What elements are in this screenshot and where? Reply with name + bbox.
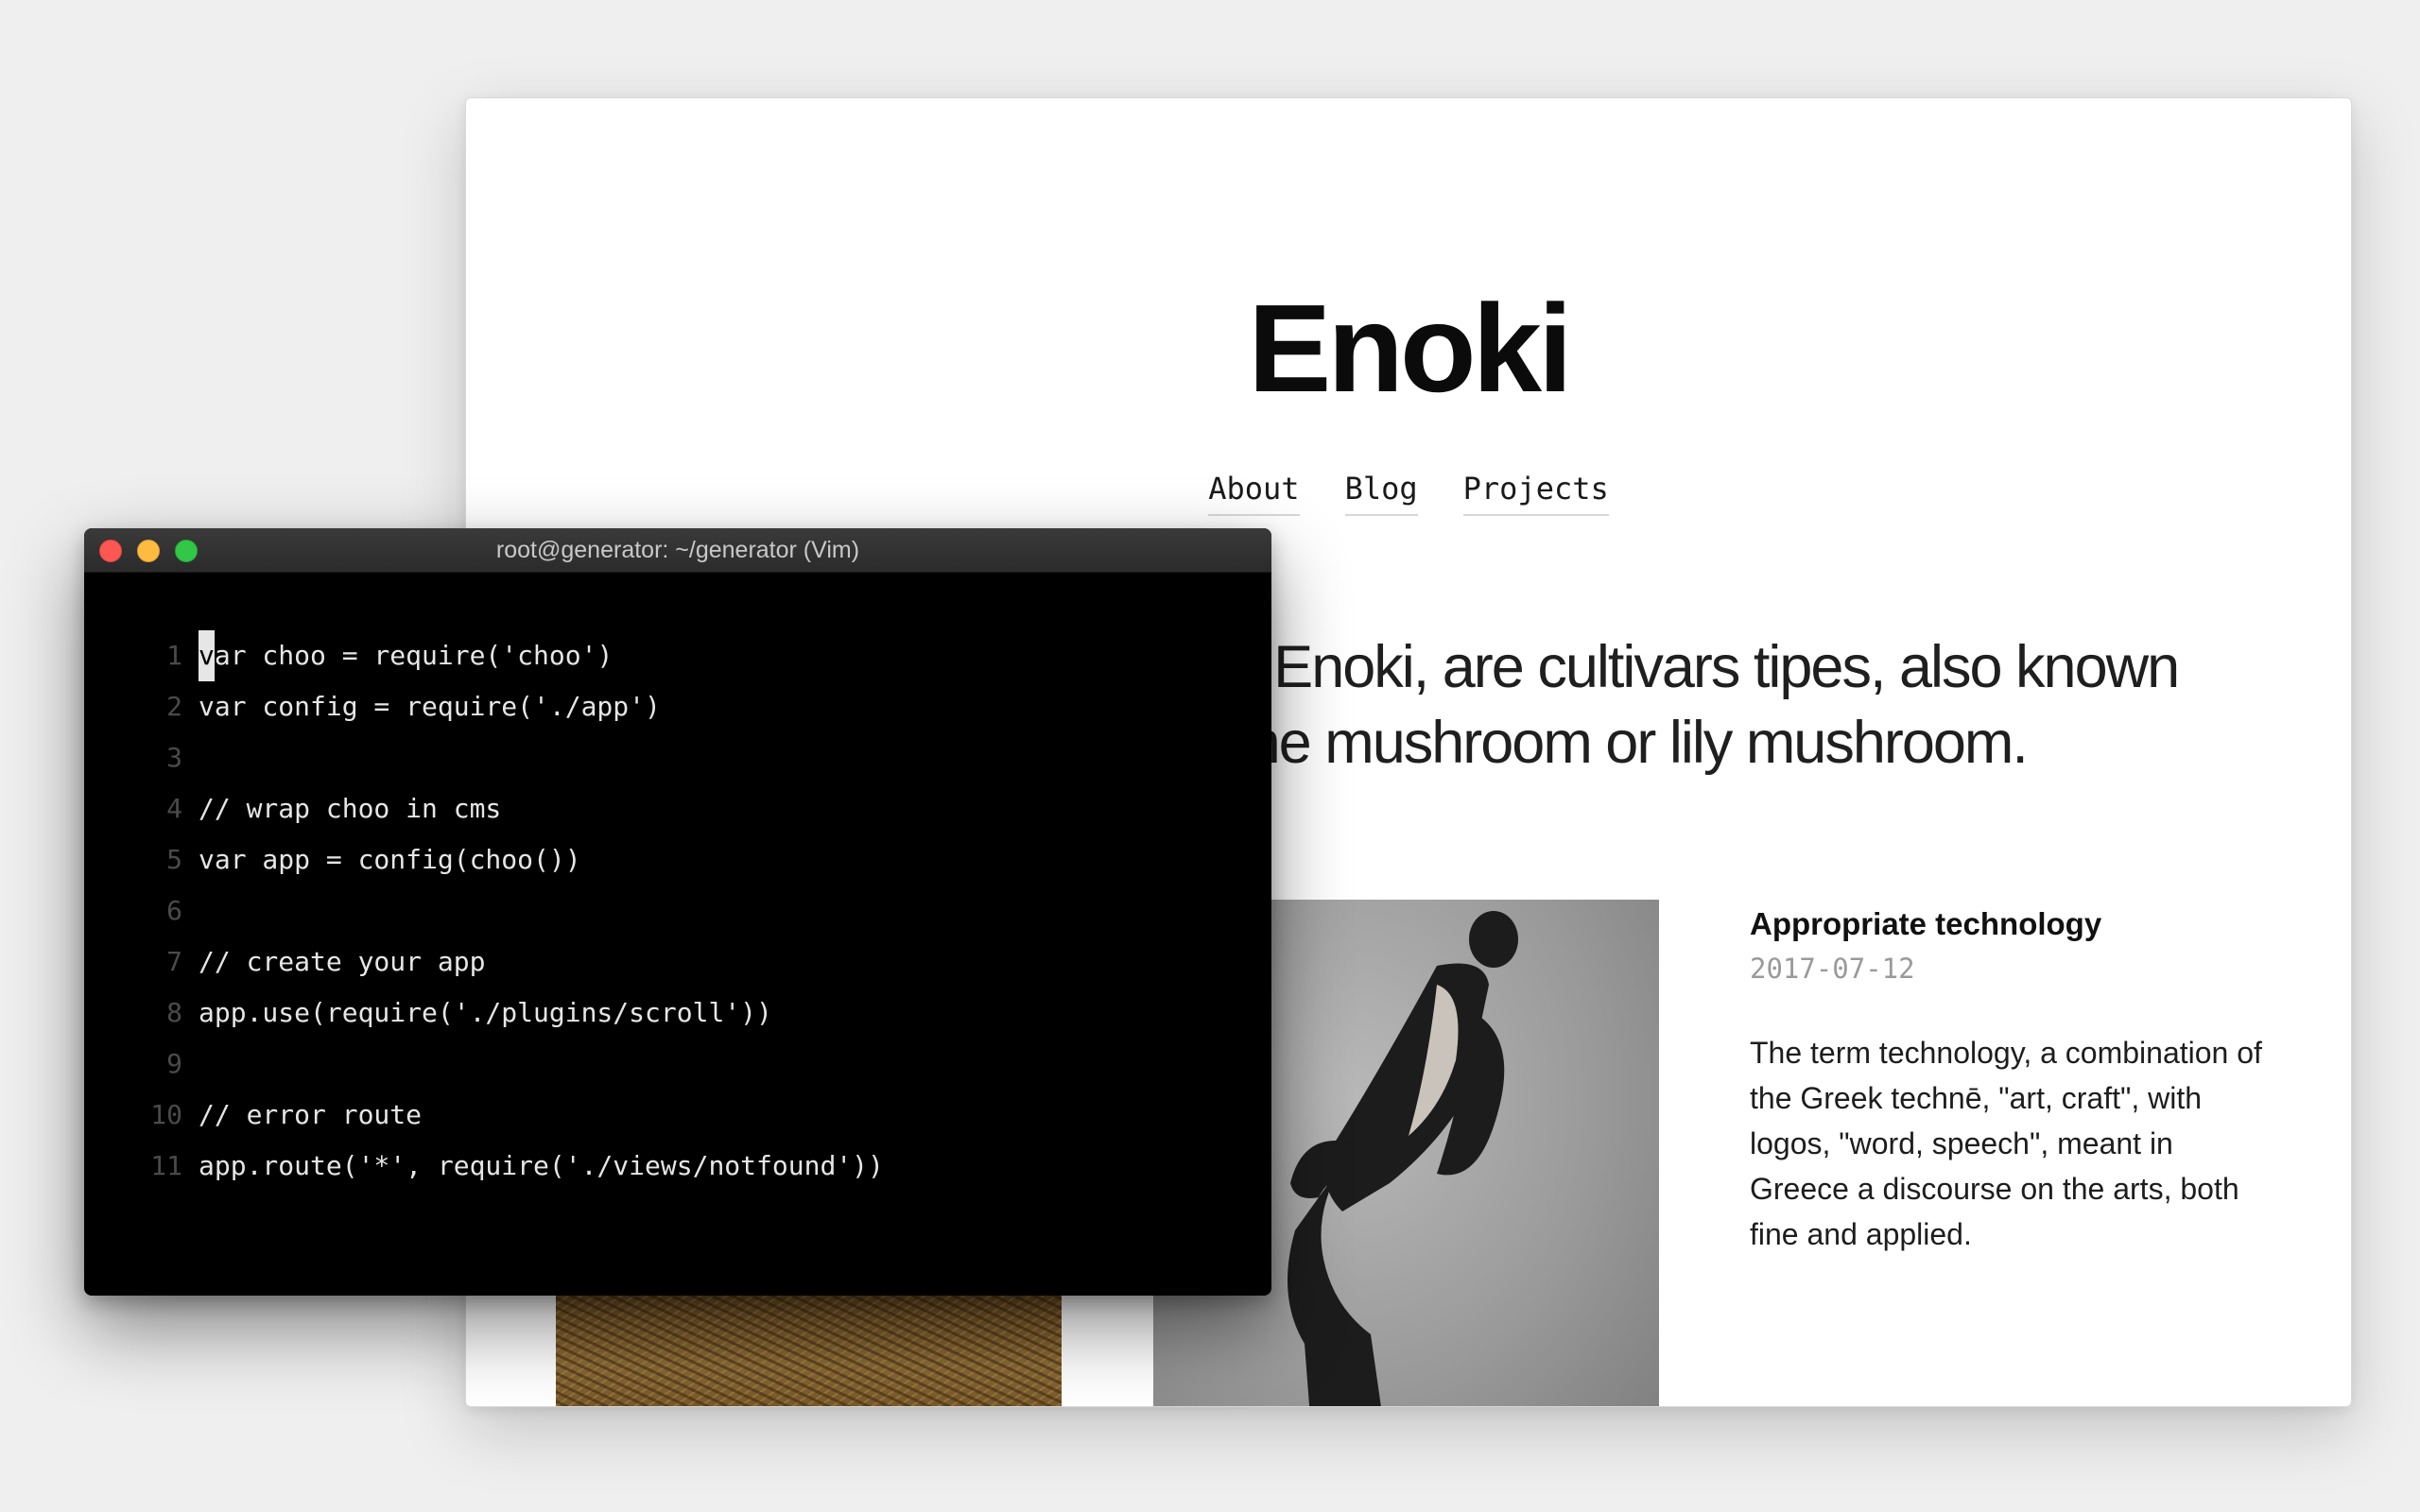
text-cursor: v — [199, 630, 215, 681]
line-number: 2 — [166, 691, 182, 722]
vim-buffer[interactable]: 1 v ar choo = require('choo') 2 var config … — [122, 630, 884, 1192]
code-text: // wrap choo in cms — [199, 793, 502, 824]
forest-floor-photo[interactable] — [556, 1280, 1062, 1406]
line-number: 7 — [166, 946, 182, 977]
post-body: The term technology, a combination of th… — [1750, 1036, 2262, 1251]
terminal-titlebar[interactable]: root@generator: ~/generator (Vim) — [84, 528, 1271, 573]
line-number: 6 — [166, 895, 182, 926]
terminal-title: root@generator: ~/generator (Vim) — [495, 537, 860, 563]
line-number: 8 — [166, 997, 182, 1028]
line-number: 4 — [166, 793, 182, 824]
code-line: 5 var app = config(choo()) — [122, 834, 884, 885]
post-title[interactable]: Appropriate technology — [1750, 903, 2279, 945]
nav-link-about[interactable]: About — [1208, 471, 1300, 516]
code-line: 6 — [122, 885, 884, 936]
code-text: app.route('*', require('./views/notfound… — [199, 1150, 884, 1181]
code-line: 3 — [122, 732, 884, 783]
nav-link-projects[interactable]: Projects — [1462, 471, 1609, 516]
terminal-window[interactable]: root@generator: ~/generator (Vim) 1 v ar c… — [84, 528, 1271, 1296]
code-text: // create your app — [199, 946, 486, 977]
code-text: app.use(require('./plugins/scroll')) — [199, 997, 772, 1028]
code-line: 11 app.route('*', require('./views/notfou… — [122, 1141, 884, 1192]
code-line: 4 // wrap choo in cms — [122, 783, 884, 834]
code-text: ar choo = require('choo') — [214, 640, 614, 671]
blog-post: Appropriate technology 2017-07-12 The te… — [1750, 903, 2279, 1257]
site-title: Enoki — [1248, 279, 1572, 418]
code-text: var app = config(choo()) — [199, 844, 581, 875]
line-number: 5 — [166, 844, 182, 875]
code-line: 8 app.use(require('./plugins/scroll')) — [122, 988, 884, 1039]
site-nav: About Blog Projects — [466, 471, 2351, 516]
line-number: 9 — [166, 1048, 182, 1079]
line-number: 1 — [166, 640, 182, 671]
code-line: 1 v ar choo = require('choo') — [122, 630, 884, 681]
post-date: 2017-07-12 — [1750, 953, 1915, 985]
code-line: 9 — [122, 1039, 884, 1090]
nav-link-blog[interactable]: Blog — [1344, 471, 1418, 516]
code-text: var config = require('./app') — [199, 691, 661, 722]
code-line: 10 // error route — [122, 1090, 884, 1141]
line-number: 11 — [150, 1150, 182, 1181]
code-line: 2 var config = require('./app') — [122, 681, 884, 732]
code-line: 7 // create your app — [122, 936, 884, 988]
line-number: 10 — [150, 1099, 182, 1130]
code-text: // error route — [199, 1099, 423, 1130]
line-number: 3 — [166, 742, 182, 773]
